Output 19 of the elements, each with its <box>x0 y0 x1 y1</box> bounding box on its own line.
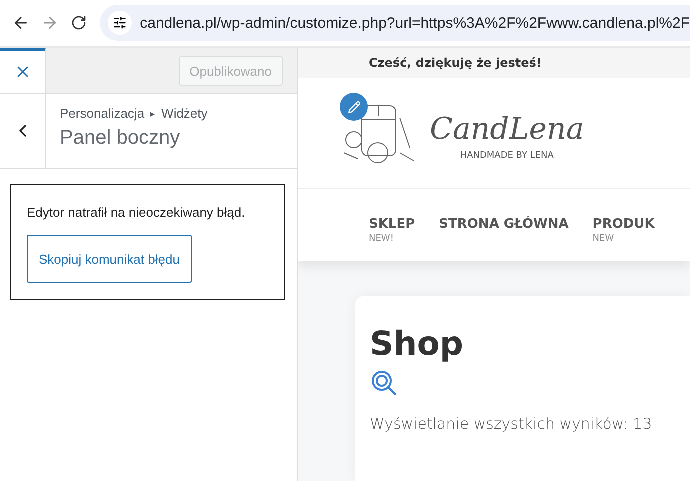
section-title: Panel boczny <box>60 127 182 150</box>
close-button[interactable] <box>0 48 46 93</box>
logo-tagline: HANDMADE BY LENA <box>460 150 554 160</box>
edit-icon[interactable] <box>340 93 368 121</box>
breadcrumb-parent: Personalizacja <box>60 106 145 121</box>
nav-link[interactable]: SKLEP NEW! <box>369 217 416 244</box>
error-message: Edytor natrafił na nieoczekiwany błąd. <box>27 205 246 220</box>
results-count: Wyświetlanie wszystkich wyników: 13 <box>370 415 654 433</box>
nav-link[interactable]: STRONA GŁÓWNA <box>439 217 569 232</box>
breadcrumb-current: Widżety <box>162 106 208 121</box>
address-bar[interactable]: candlena.pl/wp-admin/customize.php?url=https%3A%2F%2Fwww.candlena.pl%2F <box>100 5 690 41</box>
page-title: Shop <box>370 324 465 363</box>
nav-link[interactable]: PRODUK NEW <box>592 217 655 244</box>
reload-icon <box>71 15 88 31</box>
copy-error-button[interactable]: Skopiuj komunikat błędu <box>27 235 192 283</box>
breadcrumb-separator: ▸ <box>150 108 156 118</box>
site-settings-icon[interactable] <box>108 11 132 35</box>
greeting-text: Cześć, dziękuję że jesteś! <box>298 48 690 78</box>
logo-text: CandLena <box>430 112 584 146</box>
